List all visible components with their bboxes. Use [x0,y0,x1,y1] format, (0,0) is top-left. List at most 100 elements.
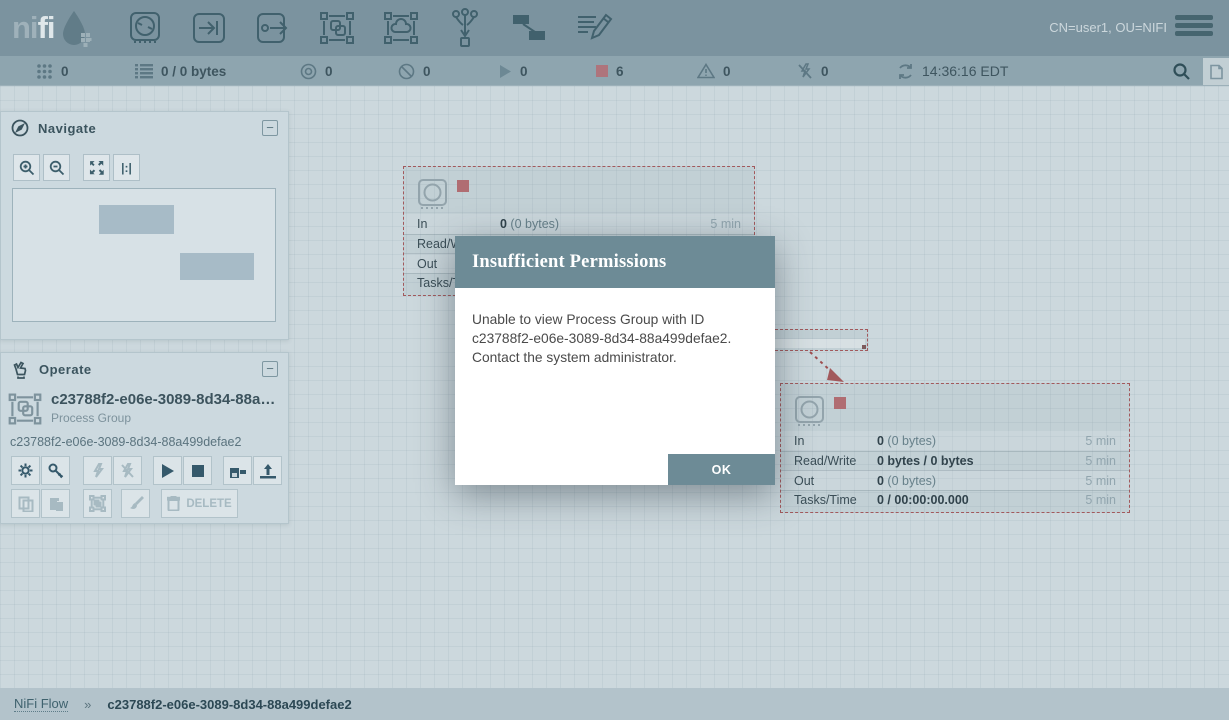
stopped-status: 6 [596,56,624,86]
stat-row: Out 0 (0 bytes) 5 min [781,470,1129,490]
nifi-app: ni fi [0,0,1229,720]
logo-text-fi: fi [38,8,55,48]
disabled-status: 0 [797,56,829,86]
refresh-icon[interactable] [897,63,914,80]
upload-template-button[interactable] [253,456,282,485]
running-icon [498,64,512,79]
save-template-button[interactable] [223,456,252,485]
start-button[interactable] [153,456,182,485]
transmitting-count: 0 [325,64,333,79]
page-icon [1209,64,1224,80]
queued-status: 0 / 0 bytes [135,56,226,86]
zoom-fit-button[interactable] [83,154,110,181]
nifi-logo: ni fi [12,8,93,48]
operate-title: Operate [39,362,262,377]
active-threads-status: 0 [36,56,69,86]
dialog-title: Insufficient Permissions [472,252,666,273]
stat-row: In 0 (0 bytes) 5 min [781,431,1129,451]
refresh-status: 14:36:16 EDT [897,56,1008,86]
logo-text-ni: ni [12,8,38,48]
stop-button[interactable] [183,456,212,485]
compass-icon [11,119,29,137]
invalid-count: 0 [723,64,731,79]
selected-component-id: c23788f2-e06e-3089-8d34-88a499defae2 [10,435,241,449]
active-threads-count: 0 [61,64,69,79]
queued-count: 0 / 0 bytes [161,64,226,79]
queued-icon [135,63,153,79]
remote-process-group-icon[interactable] [379,6,423,50]
configure-button[interactable] [11,456,40,485]
active-threads-icon [36,63,53,80]
invalid-status: 0 [697,56,731,86]
copy-button [11,489,40,518]
not-transmitting-count: 0 [423,64,431,79]
running-count: 0 [520,64,528,79]
navigate-title: Navigate [38,121,262,136]
disabled-icon [797,63,813,80]
nifi-drop-icon [59,8,93,48]
unauthorized-processor-2[interactable]: In 0 (0 bytes) 5 min Read/Write 0 bytes … [780,383,1130,513]
delete-button: DELETE [161,489,238,518]
process-group-glyph-icon [7,391,43,427]
stat-row: In 0 (0 bytes) 5 min [404,214,754,234]
stat-row: Read/Write 0 bytes / 0 bytes 5 min [781,451,1129,471]
delete-label: DELETE [186,498,231,510]
operate-palette: Operate − c23788f2-e06e-3089-8d34-88a499… [0,352,289,524]
ok-button[interactable]: OK [668,454,775,485]
label-icon[interactable] [571,6,615,50]
zoom-actual-button[interactable]: |:| [113,154,140,181]
bulletin-panel-button[interactable] [1203,58,1229,85]
search-icon [1172,62,1191,81]
global-menu-icon[interactable] [1175,15,1215,41]
zoom-in-button[interactable] [13,154,40,181]
stopped-state-icon [457,180,469,192]
hand-icon [11,360,30,379]
processor-glyph-icon [794,395,826,428]
disabled-count: 0 [821,64,829,79]
top-toolbar: ni fi [0,0,1229,56]
insufficient-permissions-dialog: Insufficient Permissions Unable to view … [455,236,775,485]
output-port-icon[interactable] [251,6,295,50]
birdseye-view[interactable] [12,188,276,322]
zoom-out-button[interactable] [43,154,70,181]
birdseye-component [180,253,254,280]
navigate-palette: Navigate − [0,111,289,340]
breadcrumb-separator: » [84,697,91,712]
component-toolbar [123,6,615,50]
processor-glyph-icon [417,178,449,211]
selected-component-name: c23788f2-e06e-3089-8d34-88a499defae2 [51,391,283,408]
not-transmitting-status: 0 [398,56,431,86]
selected-component-type: Process Group [51,411,283,425]
template-icon[interactable] [507,6,551,50]
disable-button [113,456,142,485]
current-user-label: CN=user1, OU=NIFI [1049,20,1167,35]
refresh-time: 14:36:16 EDT [922,63,1008,79]
search-button[interactable] [1167,59,1195,83]
stopped-state-icon [834,397,846,409]
access-policies-button[interactable] [41,456,70,485]
input-port-icon[interactable] [187,6,231,50]
breadcrumb-root-link[interactable]: NiFi Flow [14,696,68,712]
dialog-message: Unable to view Process Group with ID c23… [455,288,775,389]
invalid-icon [697,63,715,79]
stat-row: Tasks/Time 0 / 00:00:00.000 5 min [781,490,1129,510]
group-button [83,489,112,518]
operate-collapse-button[interactable]: − [262,361,278,377]
stopped-icon [596,65,608,77]
flow-status-bar: 0 0 / 0 bytes 0 [0,56,1229,86]
transmitting-status: 0 [300,56,333,86]
not-transmitting-icon [398,63,415,80]
navigate-collapse-button[interactable]: − [262,120,278,136]
breadcrumb-current[interactable]: c23788f2-e06e-3089-8d34-88a499defae2 [107,697,351,712]
stopped-count: 6 [616,64,624,79]
paste-button [41,489,70,518]
processor-icon[interactable] [123,6,167,50]
enable-button [83,456,112,485]
funnel-icon[interactable] [443,6,487,50]
transmitting-icon [300,63,317,80]
breadcrumb: NiFi Flow » c23788f2-e06e-3089-8d34-88a4… [0,688,1229,720]
running-status: 0 [498,56,528,86]
birdseye-component [99,205,174,234]
color-button [121,489,150,518]
process-group-icon[interactable] [315,6,359,50]
